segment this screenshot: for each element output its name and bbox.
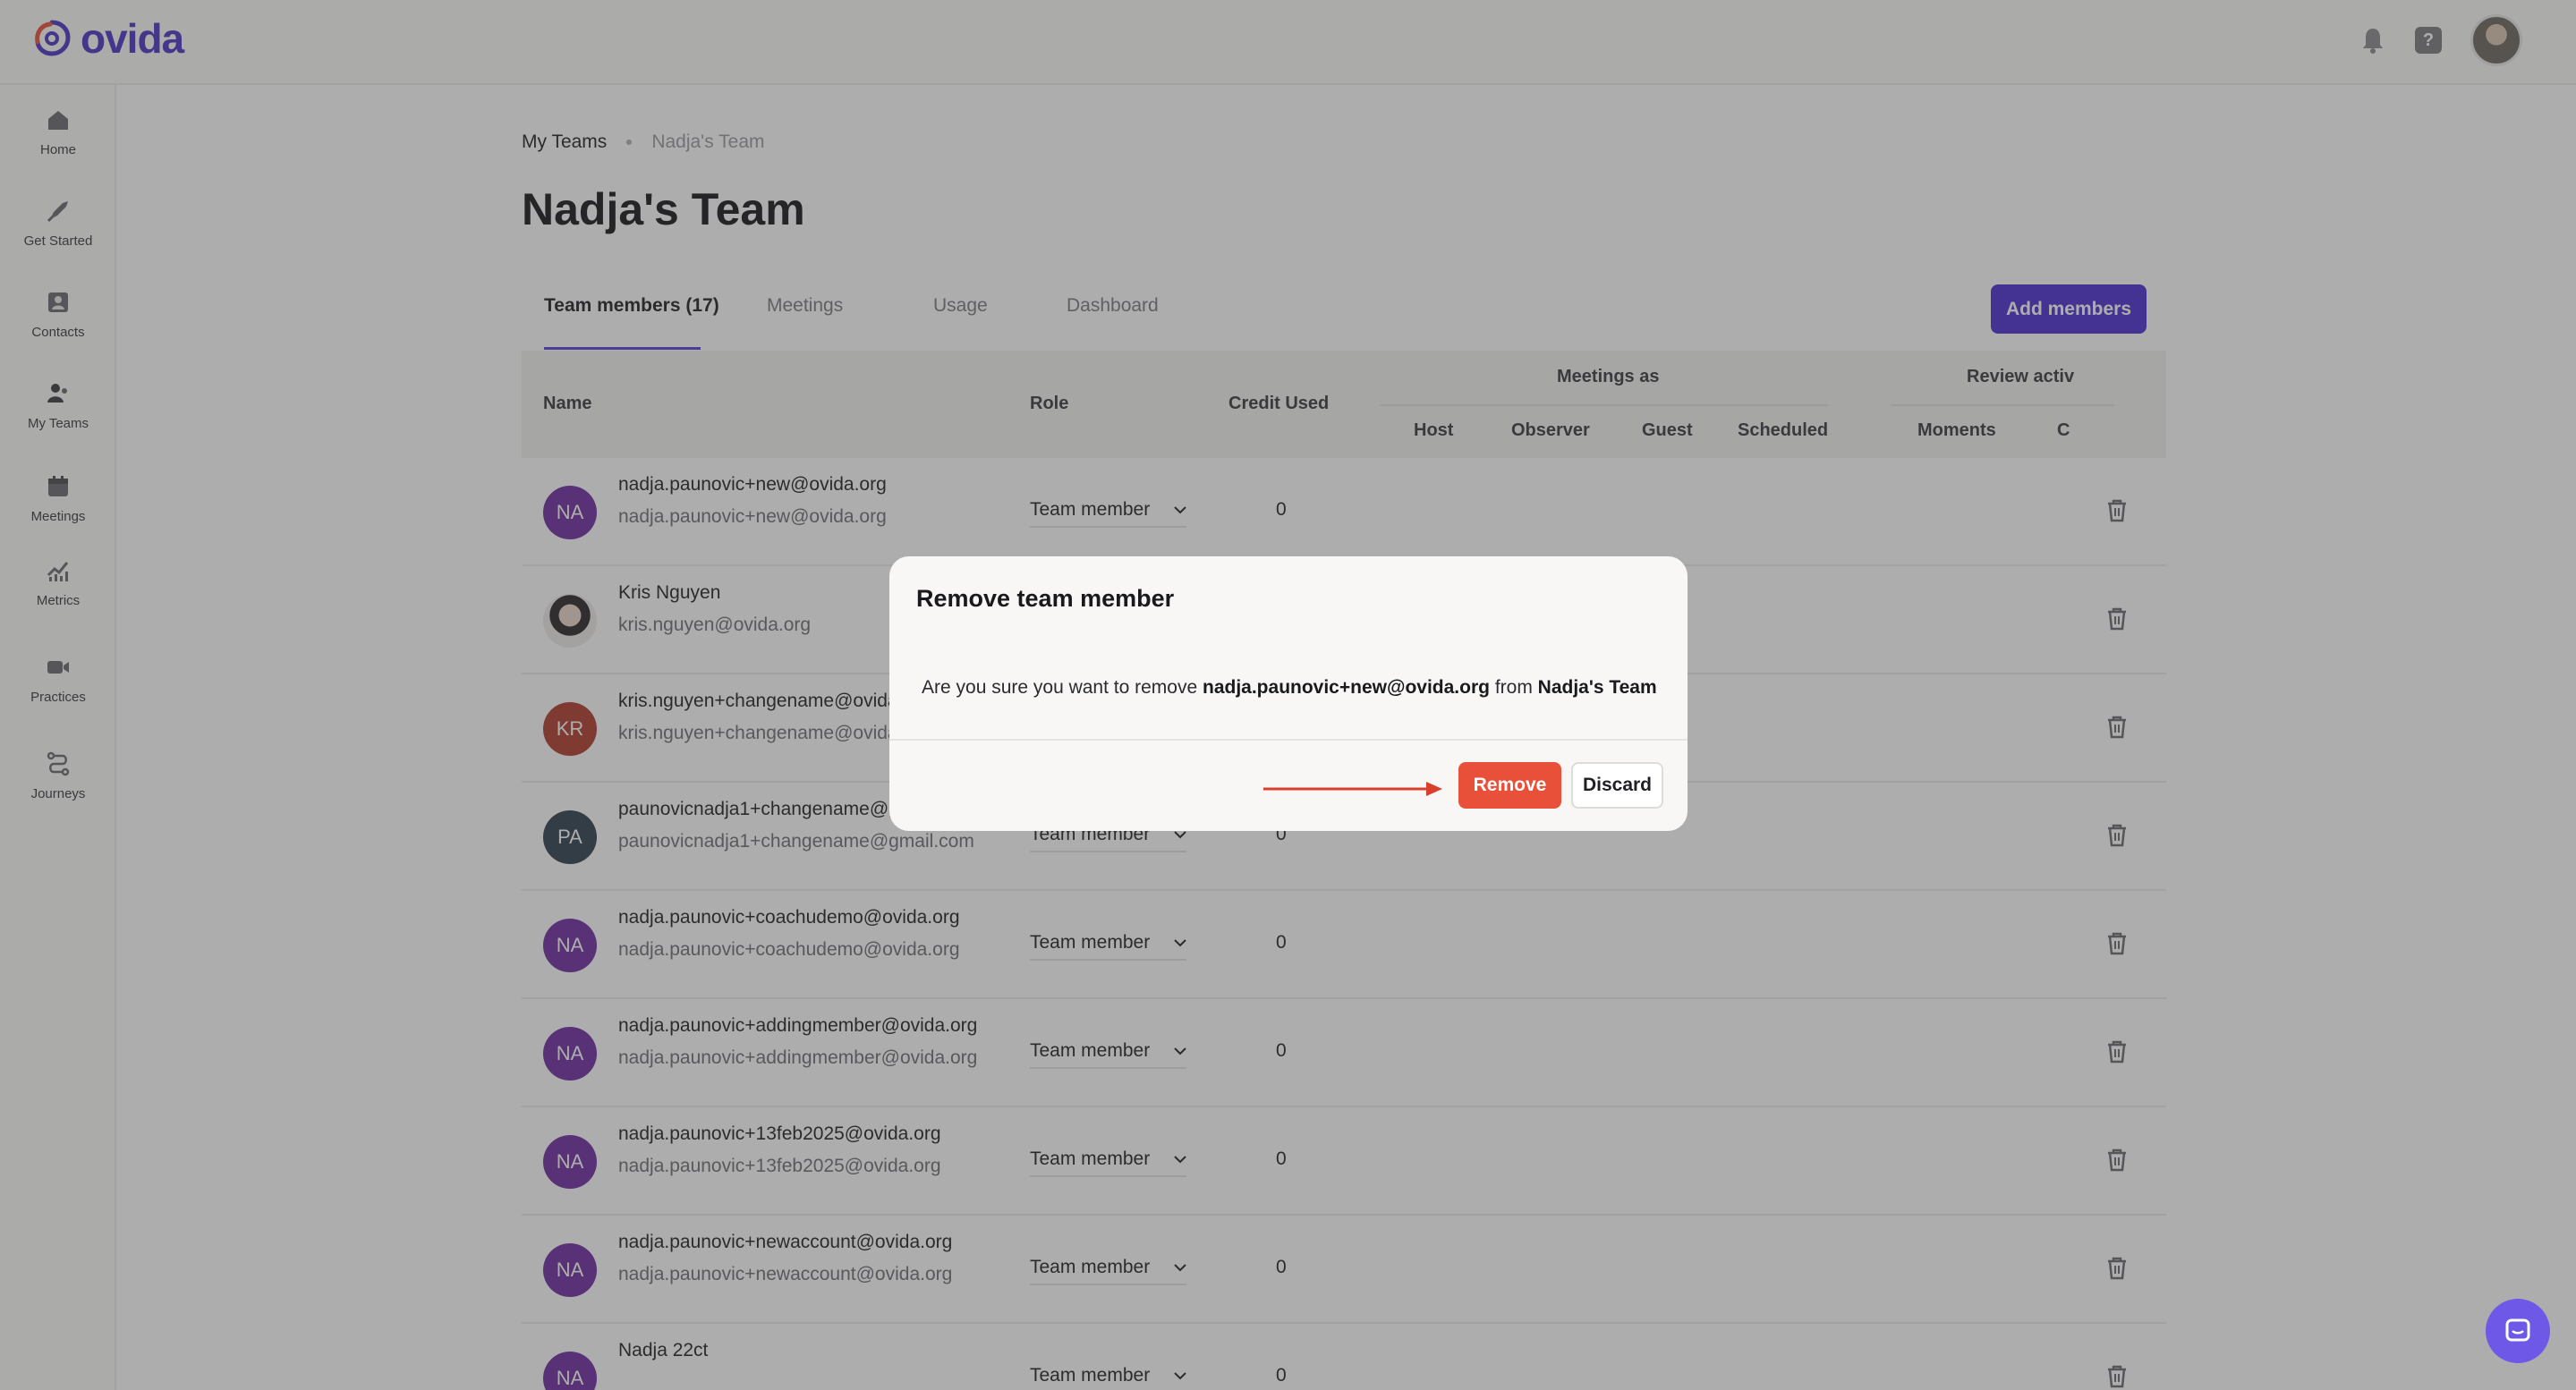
dialog-member-email: nadja.paunovic+new@ovida.org [1203, 677, 1490, 698]
arrow-annotation-icon [1263, 782, 1442, 796]
dialog-message-prefix: Are you sure you want to remove [922, 677, 1198, 698]
remove-member-dialog: Remove team member Are you sure you want… [889, 556, 1688, 831]
discard-button[interactable]: Discard [1571, 762, 1663, 809]
remove-button[interactable]: Remove [1458, 762, 1561, 809]
dialog-message: Are you sure you want to remove nadja.pa… [922, 677, 1657, 699]
dialog-divider [889, 739, 1688, 741]
dialog-team-name: Nadja's Team [1537, 677, 1657, 698]
chat-support-button[interactable] [2486, 1299, 2550, 1363]
dialog-message-mid: from [1494, 677, 1533, 698]
dialog-title: Remove team member [916, 585, 1175, 612]
chat-icon [2505, 1318, 2530, 1342]
